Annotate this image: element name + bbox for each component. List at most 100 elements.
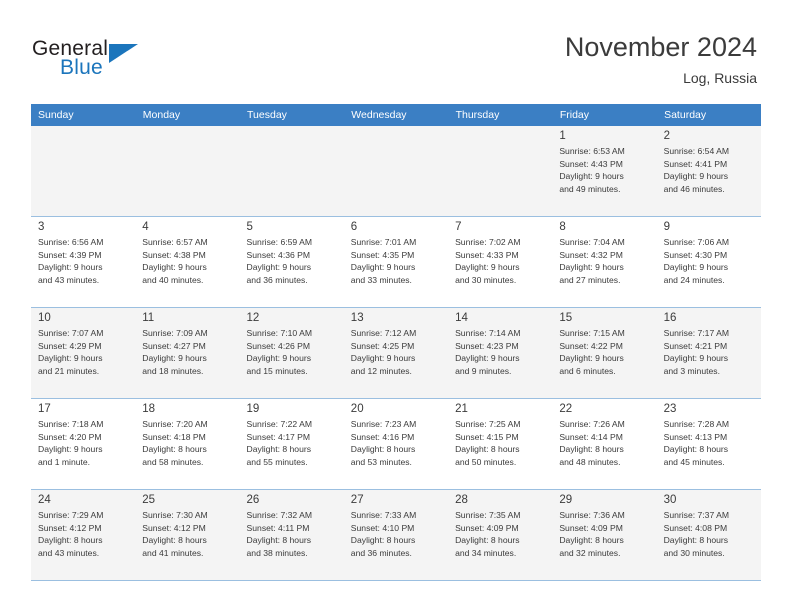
- sunrise-text: Sunrise: 7:15 AM: [559, 328, 625, 338]
- sunset-text: Sunset: 4:17 PM: [246, 431, 311, 442]
- calendar-day-cell[interactable]: 24 Sunrise: 7:29 AM Sunset: 4:12 PM Dayligh…: [31, 489, 136, 581]
- day-sun-info: Sunrise: 7:36 AM Sunset: 4:09 PM Daylight:…: [559, 509, 651, 559]
- sunset-text: Sunset: 4:41 PM: [663, 158, 728, 169]
- calendar-day-cell[interactable]: 23 Sunrise: 7:28 AM Sunset: 4:13 PM Dayligh…: [656, 398, 761, 490]
- day-sun-info: Sunrise: 7:12 AM Sunset: 4:25 PM Daylight:…: [351, 327, 443, 377]
- day-number: [38, 129, 130, 144]
- daylight-text-line2: and 32 minutes.: [559, 547, 621, 558]
- day-cell-inner: 23 Sunrise: 7:28 AM Sunset: 4:13 PM Dayligh…: [657, 399, 761, 489]
- daylight-text-line2: and 1 minute.: [38, 456, 91, 467]
- calendar-week-row: 24 Sunrise: 7:29 AM Sunset: 4:12 PM Dayligh…: [31, 489, 761, 581]
- sunset-text: Sunset: 4:43 PM: [559, 158, 623, 169]
- general-blue-logo[interactable]: General Blue: [32, 38, 232, 90]
- calendar-week-row: 10 Sunrise: 7:07 AM Sunset: 4:29 PM Dayligh…: [31, 307, 761, 399]
- calendar-day-cell[interactable]: 13 Sunrise: 7:12 AM Sunset: 4:25 PM Dayligh…: [343, 307, 449, 399]
- calendar-day-cell[interactable]: 3 Sunrise: 6:56 AM Sunset: 4:39 PM Daylight…: [31, 216, 136, 308]
- page-subtitle-location: Log, Russia: [683, 70, 757, 86]
- day-cell-inner: 5 Sunrise: 6:59 AM Sunset: 4:36 PM Daylight…: [240, 217, 344, 307]
- day-number: 1: [559, 130, 566, 142]
- day-sun-info: Sunrise: 7:26 AM Sunset: 4:14 PM Daylight:…: [559, 418, 651, 468]
- sunrise-text: Sunrise: 7:10 AM: [246, 328, 312, 338]
- daylight-text-line2: and 6 minutes.: [559, 365, 616, 376]
- daylight-text-line1: Daylight: 8 hours: [38, 535, 103, 546]
- calendar-day-cell[interactable]: 29 Sunrise: 7:36 AM Sunset: 4:09 PM Dayligh…: [552, 489, 657, 581]
- day-sun-info: Sunrise: 7:37 AM Sunset: 4:08 PM Daylight:…: [664, 509, 756, 559]
- calendar-day-cell[interactable]: 18 Sunrise: 7:20 AM Sunset: 4:18 PM Dayligh…: [135, 398, 240, 490]
- calendar-week-row: 3 Sunrise: 6:56 AM Sunset: 4:39 PM Daylight…: [31, 216, 761, 308]
- calendar-day-cell[interactable]: 28 Sunrise: 7:35 AM Sunset: 4:09 PM Dayligh…: [448, 489, 553, 581]
- day-sun-info: Sunrise: 7:32 AM Sunset: 4:11 PM Daylight:…: [247, 509, 339, 559]
- day-sun-info: Sunrise: 7:25 AM Sunset: 4:15 PM Daylight:…: [455, 418, 547, 468]
- calendar-week-row: 1 Sunrise: 6:53 AM Sunset: 4:43 PM Daylight…: [31, 126, 761, 217]
- daylight-text-line1: Daylight: 9 hours: [559, 262, 624, 273]
- daylight-text-line1: Daylight: 9 hours: [455, 353, 520, 364]
- sunset-text: Sunset: 4:09 PM: [455, 522, 519, 533]
- calendar-day-cell[interactable]: 6 Sunrise: 7:01 AM Sunset: 4:35 PM Daylight…: [343, 216, 449, 308]
- calendar-day-cell[interactable]: 25 Sunrise: 7:30 AM Sunset: 4:12 PM Dayligh…: [135, 489, 240, 581]
- day-sun-info: Sunrise: 7:20 AM Sunset: 4:18 PM Daylight:…: [142, 418, 234, 468]
- calendar-day-cell[interactable]: 19 Sunrise: 7:22 AM Sunset: 4:17 PM Dayligh…: [239, 398, 344, 490]
- daylight-text-line1: Daylight: 9 hours: [350, 353, 416, 364]
- day-sun-info: Sunrise: 7:10 AM Sunset: 4:26 PM Daylight:…: [247, 327, 339, 377]
- calendar-day-cell[interactable]: 9 Sunrise: 7:06 AM Sunset: 4:30 PM Daylight…: [656, 216, 761, 308]
- sunrise-text: Sunrise: 7:20 AM: [142, 419, 208, 429]
- day-cell-inner: 3 Sunrise: 6:56 AM Sunset: 4:39 PM Daylight…: [31, 217, 135, 307]
- calendar-day-cell[interactable]: 30 Sunrise: 7:37 AM Sunset: 4:08 PM Dayligh…: [656, 489, 761, 581]
- calendar-day-cell[interactable]: 11 Sunrise: 7:09 AM Sunset: 4:27 PM Dayligh…: [135, 307, 240, 399]
- sunset-text: Sunset: 4:21 PM: [663, 340, 728, 351]
- weekday-header-sunday: Sunday: [31, 104, 136, 126]
- day-sun-info: Sunrise: 7:23 AM Sunset: 4:16 PM Daylight:…: [351, 418, 443, 468]
- daylight-text-line1: Daylight: 8 hours: [455, 444, 520, 455]
- calendar-day-cell[interactable]: 27 Sunrise: 7:33 AM Sunset: 4:10 PM Dayligh…: [343, 489, 449, 581]
- sunrise-text: Sunrise: 7:18 AM: [38, 419, 104, 429]
- calendar-day-cell[interactable]: 17 Sunrise: 7:18 AM Sunset: 4:20 PM Dayligh…: [31, 398, 136, 490]
- sunset-text: Sunset: 4:15 PM: [455, 431, 519, 442]
- day-sun-info: Sunrise: 7:14 AM Sunset: 4:23 PM Daylight:…: [455, 327, 547, 377]
- daylight-text-line1: Daylight: 8 hours: [455, 535, 520, 546]
- calendar-day-cell[interactable]: 14 Sunrise: 7:14 AM Sunset: 4:23 PM Dayligh…: [448, 307, 553, 399]
- daylight-text-line2: and 40 minutes.: [142, 274, 204, 285]
- calendar-day-cell-empty: [239, 126, 344, 217]
- daylight-text-line2: and 36 minutes.: [350, 547, 412, 558]
- sunset-text: Sunset: 4:25 PM: [350, 340, 415, 351]
- day-cell-inner: [31, 126, 135, 216]
- calendar-day-cell[interactable]: 7 Sunrise: 7:02 AM Sunset: 4:33 PM Daylight…: [448, 216, 553, 308]
- day-cell-inner: 29 Sunrise: 7:36 AM Sunset: 4:09 PM Dayligh…: [552, 490, 656, 580]
- sunrise-text: Sunrise: 7:23 AM: [350, 419, 417, 429]
- calendar-day-cell[interactable]: 1 Sunrise: 6:53 AM Sunset: 4:43 PM Daylight…: [552, 126, 657, 217]
- calendar-day-cell[interactable]: 4 Sunrise: 6:57 AM Sunset: 4:38 PM Daylight…: [135, 216, 240, 308]
- calendar-day-cell[interactable]: 26 Sunrise: 7:32 AM Sunset: 4:11 PM Dayligh…: [239, 489, 344, 581]
- calendar-day-cell[interactable]: 12 Sunrise: 7:10 AM Sunset: 4:26 PM Dayligh…: [239, 307, 344, 399]
- calendar-table: Sunday Monday Tuesday Wednesday Thursday…: [31, 104, 762, 581]
- calendar-day-cell[interactable]: 16 Sunrise: 7:17 AM Sunset: 4:21 PM Dayligh…: [656, 307, 761, 399]
- day-cell-inner: 6 Sunrise: 7:01 AM Sunset: 4:35 PM Daylight…: [344, 217, 448, 307]
- day-sun-info: Sunrise: 7:15 AM Sunset: 4:22 PM Daylight:…: [559, 327, 651, 377]
- daylight-text-line1: Daylight: 8 hours: [246, 535, 312, 546]
- weekday-header-saturday: Saturday: [656, 104, 762, 126]
- daylight-text-line2: and 38 minutes.: [246, 547, 308, 558]
- daylight-text-line2: and 43 minutes.: [38, 547, 100, 558]
- daylight-text-line1: Daylight: 9 hours: [142, 262, 207, 273]
- day-number: 8: [559, 221, 566, 233]
- sunset-text: Sunset: 4:10 PM: [350, 522, 415, 533]
- sunrise-text: Sunrise: 6:54 AM: [663, 146, 730, 156]
- calendar-day-cell[interactable]: 20 Sunrise: 7:23 AM Sunset: 4:16 PM Dayligh…: [343, 398, 449, 490]
- calendar-day-cell[interactable]: 2 Sunrise: 6:54 AM Sunset: 4:41 PM Daylight…: [656, 126, 761, 217]
- sunrise-text: Sunrise: 6:56 AM: [38, 237, 104, 247]
- day-number: 2: [663, 130, 670, 142]
- daylight-text-line1: Daylight: 9 hours: [246, 353, 312, 364]
- calendar-day-cell[interactable]: 15 Sunrise: 7:15 AM Sunset: 4:22 PM Dayligh…: [552, 307, 657, 399]
- daylight-text-line2: and 36 minutes.: [246, 274, 308, 285]
- sunset-text: Sunset: 4:22 PM: [559, 340, 623, 351]
- daylight-text-line2: and 9 minutes.: [455, 365, 512, 376]
- calendar-day-cell[interactable]: 22 Sunrise: 7:26 AM Sunset: 4:14 PM Dayligh…: [552, 398, 657, 490]
- daylight-text-line2: and 30 minutes.: [455, 274, 517, 285]
- sunrise-text: Sunrise: 7:25 AM: [455, 419, 521, 429]
- calendar-day-cell[interactable]: 5 Sunrise: 6:59 AM Sunset: 4:36 PM Daylight…: [239, 216, 344, 308]
- day-cell-inner: 9 Sunrise: 7:06 AM Sunset: 4:30 PM Daylight…: [657, 217, 761, 307]
- calendar-day-cell[interactable]: 8 Sunrise: 7:04 AM Sunset: 4:32 PM Daylight…: [552, 216, 657, 308]
- calendar-day-cell[interactable]: 21 Sunrise: 7:25 AM Sunset: 4:15 PM Dayligh…: [448, 398, 553, 490]
- logo-triangle-icon: [109, 44, 138, 63]
- calendar-day-cell[interactable]: 10 Sunrise: 7:07 AM Sunset: 4:29 PM Dayligh…: [31, 307, 136, 399]
- sunset-text: Sunset: 4:39 PM: [38, 249, 102, 260]
